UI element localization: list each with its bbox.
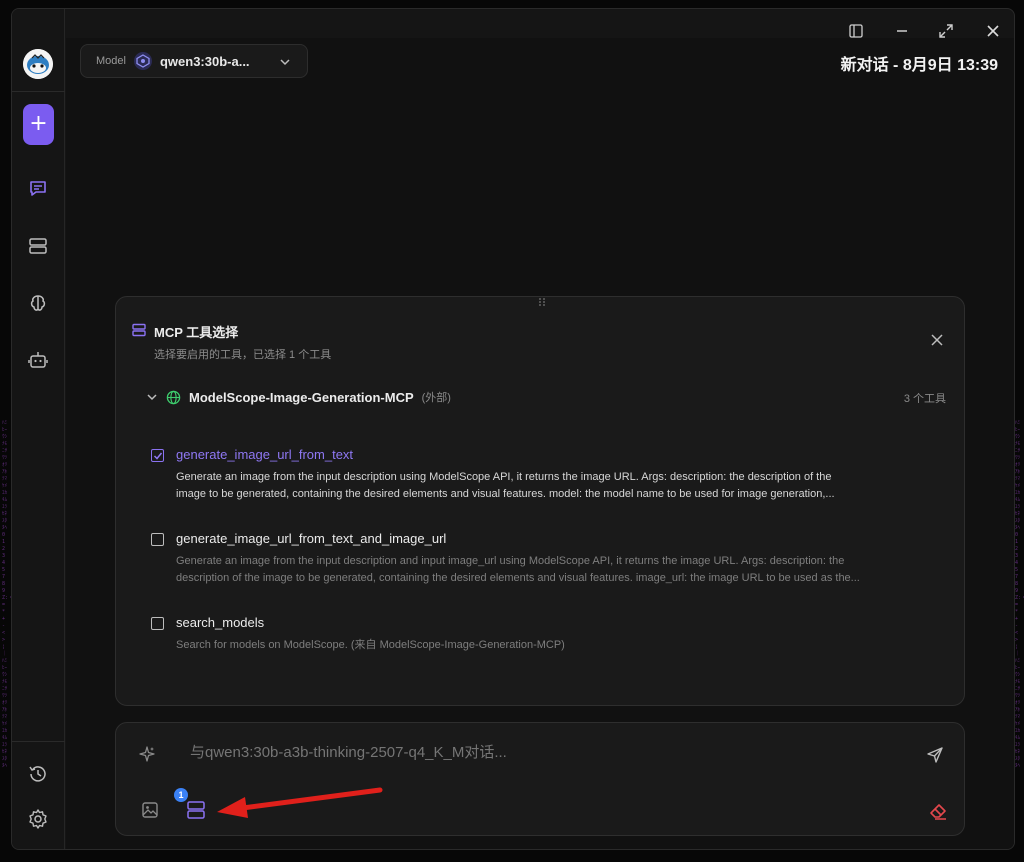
image-upload-icon[interactable] — [141, 801, 159, 819]
mcp-server-tag: (外部) — [421, 392, 451, 404]
tool-checkbox[interactable] — [151, 617, 164, 630]
tool-description-line: Search for models on ModelScope. (来自 Mod… — [176, 639, 565, 651]
chevron-down-icon — [280, 59, 290, 66]
tool-checkbox[interactable] — [151, 533, 164, 546]
user-avatar[interactable] — [23, 49, 53, 79]
tool-description-line: Generate an image from the input descrip… — [176, 471, 832, 483]
mcp-tools-button[interactable] — [186, 800, 206, 820]
app-window: + Model qwen3:30b-a... 新对话 - 8月9日 13:39 … — [11, 8, 1015, 850]
brain-icon[interactable] — [27, 292, 49, 314]
mcp-tool-panel: MCP 工具选择 选择要启用的工具，已选择 1 个工具 ModelScope-I… — [115, 296, 965, 706]
eraser-icon[interactable] — [928, 801, 948, 821]
message-input[interactable] — [190, 744, 890, 761]
tool-checkbox-checked[interactable] — [151, 449, 164, 462]
close-icon[interactable] — [930, 333, 944, 347]
server-icon — [132, 323, 146, 337]
mcp-server-row[interactable]: ModelScope-Image-Generation-MCP (外部) 3 个… — [146, 387, 946, 407]
model-logo-icon — [133, 52, 152, 70]
chevron-down-icon[interactable] — [146, 391, 158, 403]
bot-icon[interactable] — [27, 349, 49, 371]
sidebar-divider — [12, 91, 65, 92]
mcp-tool-count: 3 个工具 — [903, 393, 946, 405]
matrix-rain-left: ﾊﾐﾋｰｳｼﾅﾓﾆｻﾜﾂｵﾘｱﾎﾃﾏｹﾒｴｶｷﾑﾕﾗｾﾈｽﾀﾇﾍ01234578… — [2, 420, 17, 769]
settings-gear-icon[interactable] — [27, 808, 49, 830]
tool-description-line: description of the image to be generated… — [176, 572, 860, 584]
tool-name: generate_image_url_from_text — [176, 447, 354, 462]
matrix-rain-right: ﾊﾐﾋｰｳｼﾅﾓﾆｻﾜﾂｵﾘｱﾎﾃﾏｹﾒｴｶｷﾑﾕﾗｾﾈｽﾀﾇﾍ01234578… — [1015, 420, 1024, 769]
model-selector[interactable]: Model qwen3:30b-a... — [80, 44, 308, 78]
tool-description-line: Generate an image from the input descrip… — [176, 555, 845, 567]
tool-description-line: image to be generated, containing the de… — [176, 488, 835, 500]
tool-name: generate_image_url_from_text_and_image_u… — [176, 531, 447, 546]
drag-handle-icon[interactable] — [538, 297, 546, 307]
model-name: qwen3:30b-a... — [159, 53, 250, 69]
history-icon[interactable] — [27, 763, 49, 785]
mcp-tool-count-badge: 1 — [174, 788, 188, 802]
server-icon[interactable] — [27, 235, 49, 257]
annotation-arrow — [217, 787, 383, 818]
globe-icon — [166, 390, 181, 404]
tool-description: Generate an image from the input descrip… — [176, 469, 936, 503]
tool-name: search_models — [176, 615, 265, 630]
sidebar-divider — [12, 741, 65, 742]
new-chat-button[interactable]: + — [23, 104, 54, 145]
sidebar: + — [12, 9, 65, 849]
tool-description: Generate an image from the input descrip… — [176, 553, 936, 587]
sparkle-icon[interactable] — [138, 745, 156, 763]
model-label: Model — [96, 55, 126, 67]
conversation-title: 新对话 - 8月9日 13:39 — [840, 57, 998, 74]
chat-icon[interactable] — [27, 177, 49, 199]
send-icon[interactable] — [926, 746, 944, 764]
mcp-server-name: ModelScope-Image-Generation-MCP — [189, 389, 414, 405]
mcp-panel-subtitle: 选择要启用的工具，已选择 1 个工具 — [154, 349, 332, 361]
tool-description: Search for models on ModelScope. (来自 Mod… — [176, 637, 936, 654]
mcp-panel-title: MCP 工具选择 — [154, 325, 239, 340]
